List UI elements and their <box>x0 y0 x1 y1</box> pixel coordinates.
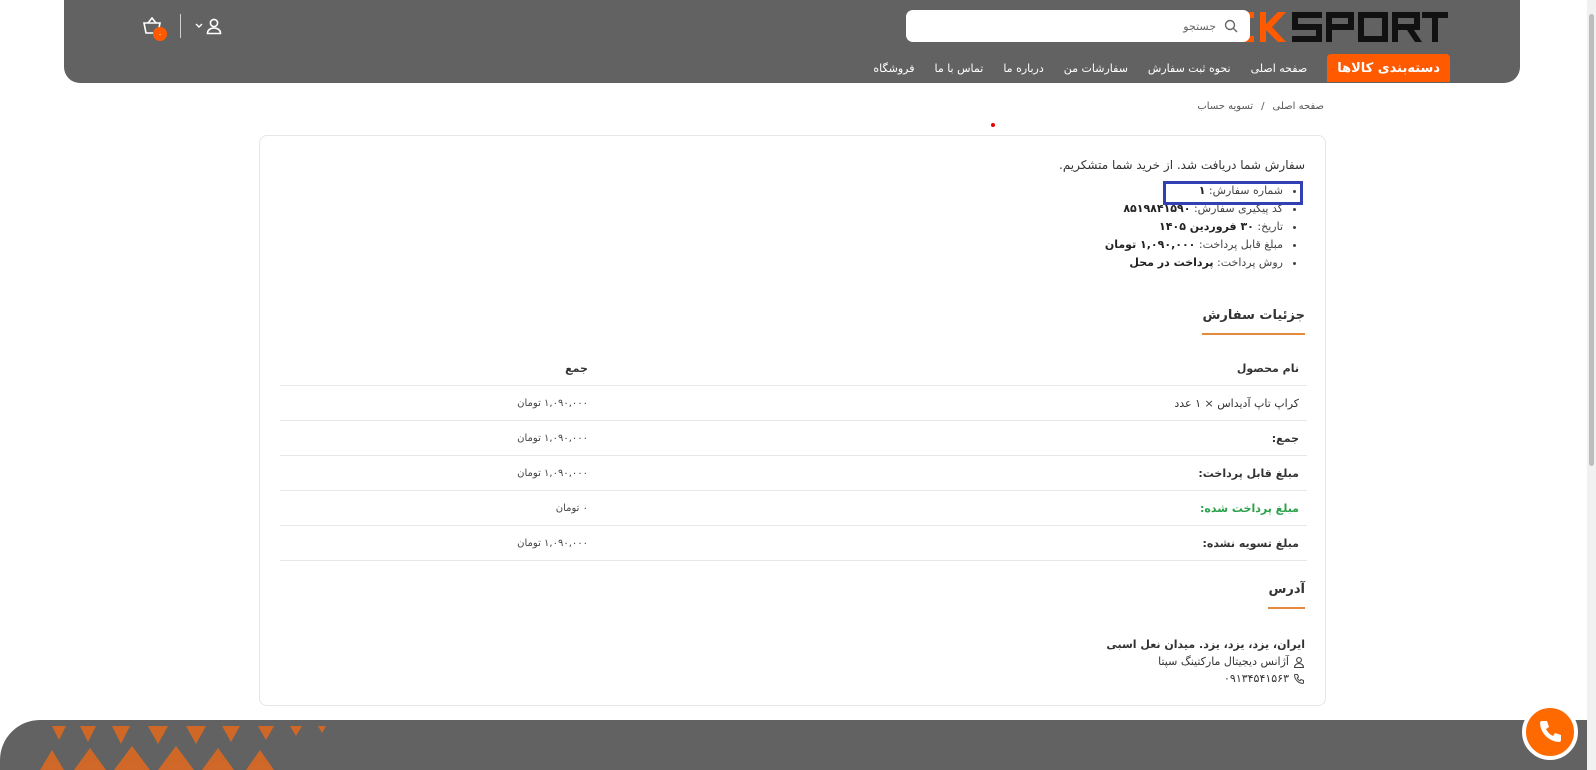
product-column-header: نام محصول <box>596 351 1307 386</box>
paid-amount-value: ۰ تومان <box>280 490 596 526</box>
phone-icon <box>1540 721 1561 742</box>
account-menu-button[interactable] <box>195 17 223 35</box>
order-number-value: ۱ <box>1198 184 1206 197</box>
address-line: ایران، یزد، یزد، یزد. میدان نعل اسبی <box>1106 636 1305 653</box>
whatsapp-chat-button[interactable] <box>1522 704 1578 760</box>
address-phone-line: ۰۹۱۳۴۵۴۱۵۶۳ <box>1106 670 1305 687</box>
order-number-label: شماره سفارش: <box>1208 184 1283 197</box>
table-row: مبلغ قابل پرداخت: ۱,۰۹۰,۰۰۰ تومان <box>280 455 1307 491</box>
tracking-code-label: کد پیگیری سفارش: <box>1193 202 1283 215</box>
order-date-label: تاریخ: <box>1257 220 1283 233</box>
unsettled-amount-label: مبلغ تسویه نشده: <box>596 525 1307 561</box>
payable-amount-label: مبلغ قابل پرداخت: <box>1198 238 1283 251</box>
header-actions: ۰ <box>140 14 223 41</box>
table-row: مبلغ پرداخت شده: ۰ تومان <box>280 490 1307 526</box>
main-nav: دسته‌بندی کالاها صفحه اصلی نحوه ثبت سفار… <box>873 54 1450 82</box>
nav-item-shop[interactable]: فروشگاه <box>873 62 914 75</box>
red-dot-marker <box>991 123 995 127</box>
paid-amount-label: مبلغ پرداخت شده: <box>596 490 1307 526</box>
search-box[interactable] <box>906 10 1250 42</box>
search-input[interactable] <box>924 18 1218 34</box>
nav-item-contact[interactable]: تماس با ما <box>934 62 983 75</box>
cart-button[interactable]: ۰ <box>140 14 167 41</box>
order-date-item: تاریخ: ۳۰ فروردین ۱۴۰۵ <box>1105 218 1283 236</box>
order-number-item: شماره سفارش: ۱ <box>1105 182 1283 200</box>
address-company-line: آژانس دیجیتال مارکتینگ سپتا <box>1106 653 1305 670</box>
table-row: جمع: ۱,۰۹۰,۰۰۰ تومان <box>280 420 1307 456</box>
address-company: آژانس دیجیتال مارکتینگ سپتا <box>1158 655 1289 668</box>
table-row: مبلغ تسویه نشده: ۱,۰۹۰,۰۰۰ تومان <box>280 525 1307 561</box>
order-details-table: نام محصول جمع کراپ تاپ آدیداس × ۱ عدد ۱,… <box>280 351 1307 561</box>
breadcrumb: صفحه اصلی / تسویه حساب <box>1197 101 1324 112</box>
user-icon <box>206 18 222 35</box>
nav-item-my-orders[interactable]: سفارشات من <box>1064 62 1128 75</box>
address-text: ایران، یزد، یزد، یزد. میدان نعل اسبی <box>1106 638 1305 651</box>
footer-triangle-pattern <box>40 726 326 770</box>
nav-item-about[interactable]: درباره ما <box>1003 62 1043 75</box>
breadcrumb-current: تسویه حساب <box>1197 101 1254 112</box>
site-header: ۰ دسته‌بندی کالاها صفحه اصلی نحوه ثبت سف… <box>64 0 1520 83</box>
nav-item-how-to-order[interactable]: نحوه ثبت سفارش <box>1148 62 1231 75</box>
payable-value: ۱,۰۹۰,۰۰۰ تومان <box>280 455 596 491</box>
nav-item-home[interactable]: صفحه اصلی <box>1251 62 1308 75</box>
page-scrollbar[interactable] <box>1587 0 1596 770</box>
tracking-code-value: ۸۵۱۹۸۴۱۵۹۰ <box>1123 202 1191 215</box>
order-payable-item: مبلغ قابل پرداخت: ۱,۰۹۰,۰۰۰ تومان <box>1105 236 1283 254</box>
address-block: ایران، یزد، یزد، یزد. میدان نعل اسبی آژا… <box>1106 636 1305 687</box>
nav-categories-button[interactable]: دسته‌بندی کالاها <box>1327 54 1450 82</box>
subtotal-value: ۱,۰۹۰,۰۰۰ تومان <box>280 420 596 456</box>
order-details-title: جزئیات سفارش <box>1202 308 1305 335</box>
payable-label: مبلغ قابل پرداخت: <box>596 455 1307 491</box>
search-icon[interactable] <box>1224 19 1238 33</box>
breadcrumb-home-link[interactable]: صفحه اصلی <box>1273 101 1324 112</box>
order-overview-list: شماره سفارش: ۱ کد پیگیری سفارش: ۸۵۱۹۸۴۱۵… <box>1105 182 1305 272</box>
payment-method-label: روش پرداخت: <box>1217 256 1283 269</box>
address-title: آدرس <box>1268 582 1305 609</box>
unsettled-amount-value: ۱,۰۹۰,۰۰۰ تومان <box>280 525 596 561</box>
scrollbar-thumb[interactable] <box>1589 14 1594 466</box>
chevron-down-icon <box>195 23 203 28</box>
order-tracking-item: کد پیگیری سفارش: ۸۵۱۹۸۴۱۵۹۰ <box>1105 200 1283 218</box>
order-thanks-message: سفارش شما دریافت شد. از خرید شما متشکریم… <box>1059 158 1305 172</box>
product-name-cell[interactable]: کراپ تاپ آدیداس × ۱ عدد <box>596 385 1307 421</box>
order-received-panel: سفارش شما دریافت شد. از خرید شما متشکریم… <box>259 135 1326 706</box>
site-footer <box>0 720 1596 770</box>
payment-method-value: پرداخت در محل <box>1129 256 1214 269</box>
cart-count-badge: ۰ <box>153 27 167 41</box>
phone-icon <box>1293 673 1304 684</box>
address-phone: ۰۹۱۳۴۵۴۱۵۶۳ <box>1224 672 1289 685</box>
breadcrumb-separator: / <box>1261 101 1265 112</box>
payment-method-item: روش پرداخت: پرداخت در محل <box>1105 254 1283 272</box>
table-header-row: نام محصول جمع <box>280 351 1307 386</box>
user-icon <box>1293 656 1305 668</box>
order-date-value: ۳۰ فروردین ۱۴۰۵ <box>1159 220 1254 233</box>
total-column-header: جمع <box>280 351 596 386</box>
table-row: کراپ تاپ آدیداس × ۱ عدد ۱,۰۹۰,۰۰۰ تومان <box>280 385 1307 421</box>
header-divider <box>180 14 181 38</box>
payable-amount-value: ۱,۰۹۰,۰۰۰ تومان <box>1104 238 1196 251</box>
product-total-cell: ۱,۰۹۰,۰۰۰ تومان <box>280 385 596 421</box>
subtotal-label: جمع: <box>596 420 1307 456</box>
